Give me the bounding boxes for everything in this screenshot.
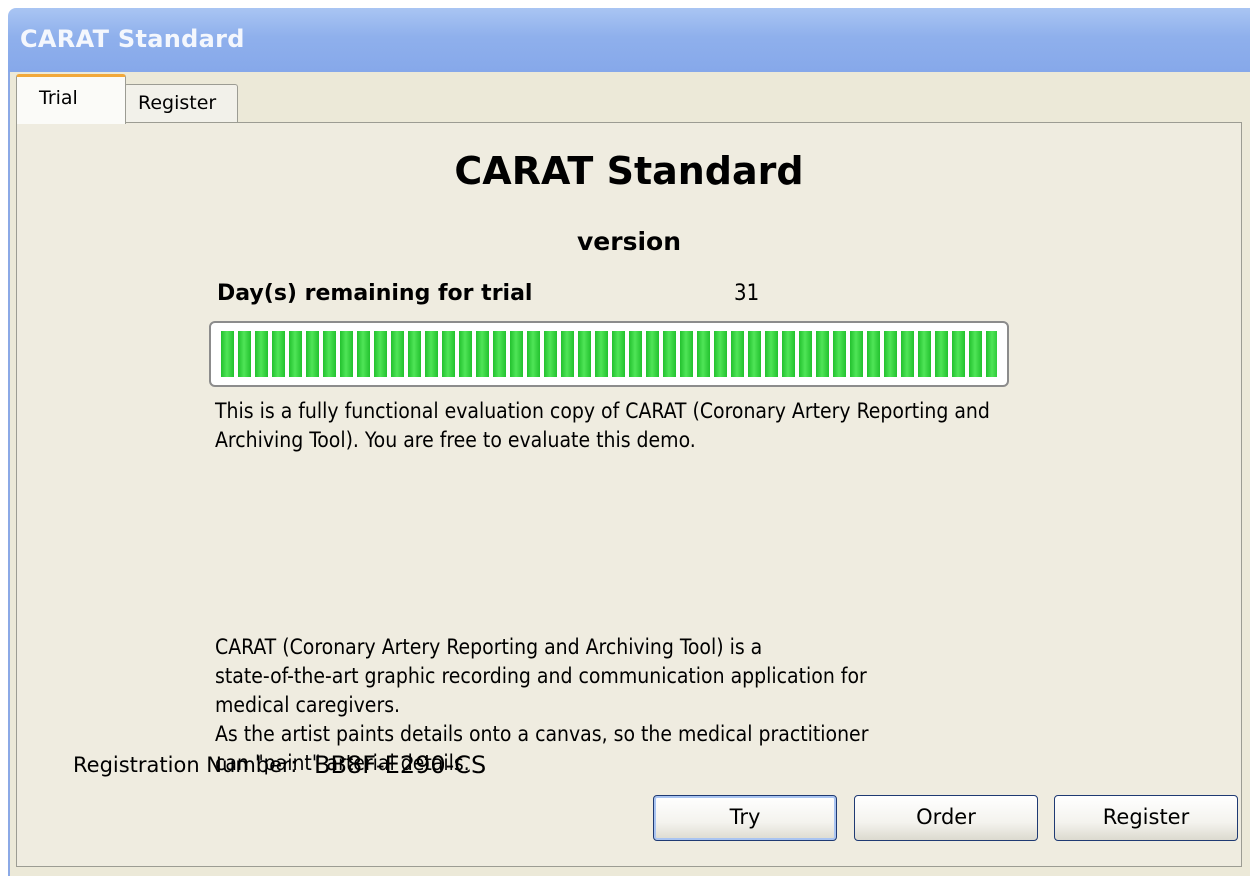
trial-progress-fill [221,331,997,377]
tab-trial-label: Trial [39,87,78,109]
registration-number-value: BB8F-E290-CS [314,751,487,779]
register-button[interactable]: Register [1054,795,1238,841]
description-line: CARAT (Coronary Artery Reporting and Arc… [215,635,763,659]
window-title: CARAT Standard [20,25,245,53]
window-body: Trial Register CARAT Standard version Da… [8,72,1250,876]
app-window: CARAT Standard Trial Register CARAT Stan… [8,8,1250,876]
description-line: medical caregivers. [215,693,401,717]
description-line: state-of-the-art graphic recording and c… [215,664,867,688]
order-button[interactable]: Order [854,795,1038,841]
days-remaining-value: 31 [734,281,760,306]
title-bar[interactable]: CARAT Standard [8,8,1250,72]
trial-progress-bar [209,321,1009,387]
trial-panel: CARAT Standard version Day(s) remaining … [16,122,1242,867]
description-line: As the artist paints details onto a canv… [215,722,869,746]
evaluation-notice: This is a fully functional evaluation co… [215,399,990,452]
registration-number-label: Registration Number: [73,753,298,777]
product-title: CARAT Standard [454,149,804,193]
tab-trial[interactable]: Trial [16,74,126,124]
version-label: version [576,227,681,256]
tab-register-label: Register [138,92,217,114]
try-button[interactable]: Try [653,795,837,841]
days-remaining-label: Day(s) remaining for trial [217,281,533,306]
tab-register[interactable]: Register [124,84,238,122]
